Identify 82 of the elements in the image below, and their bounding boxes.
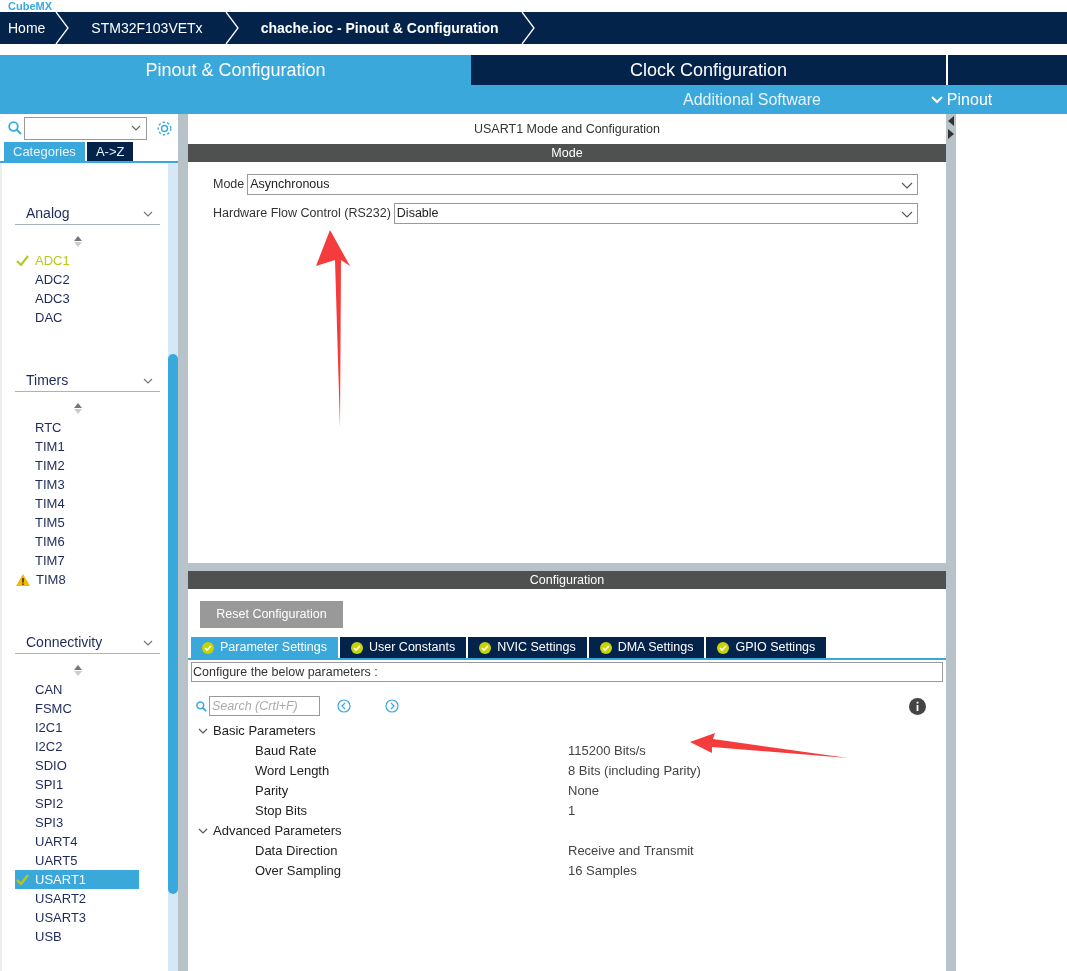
sort-icon[interactable] xyxy=(73,235,82,247)
peripheral-item[interactable]: TIM1 xyxy=(15,437,139,456)
breadcrumb-link[interactable]: chache.ioc - Pinout & Configuration xyxy=(238,17,521,39)
peripheral-item[interactable]: UART4 xyxy=(15,832,139,851)
peripheral-item[interactable]: FSMC xyxy=(15,699,139,718)
peripheral-item[interactable]: TIM3 xyxy=(15,475,139,494)
breadcrumb-separator-icon xyxy=(224,12,239,44)
category-header: Timers xyxy=(26,371,69,390)
mode-dropdown[interactable]: Disable xyxy=(393,203,918,224)
peripheral-item[interactable]: SPI1 xyxy=(15,775,139,794)
peripheral-item[interactable]: ADC2 xyxy=(15,270,139,289)
peripheral-item[interactable]: I2C2 xyxy=(15,737,139,756)
section-header: Mode xyxy=(188,144,946,162)
field-label: Mode xyxy=(213,176,245,194)
info-icon[interactable] xyxy=(909,697,926,715)
parameter-value[interactable]: None xyxy=(568,781,600,801)
peripheral-item[interactable]: TIM2 xyxy=(15,456,139,475)
peripheral-item[interactable]: SPI2 xyxy=(15,794,139,813)
field-label: Hardware Flow Control (RS232) xyxy=(213,205,391,223)
parameter-value[interactable]: 16 Samples xyxy=(568,861,637,881)
peripheral-item[interactable]: ADC3 xyxy=(15,289,139,308)
peripheral-item[interactable]: TIM5 xyxy=(15,513,139,532)
config-tab[interactable]: NVIC Settings xyxy=(468,637,587,658)
panel-title: USART1 Mode and Configuration xyxy=(473,120,661,138)
parameter-name: Over Sampling xyxy=(255,862,342,881)
peripheral-item[interactable]: SDIO xyxy=(15,756,139,775)
peripheral-item[interactable]: TIM8 xyxy=(15,570,139,589)
parameter-name: Word Length xyxy=(255,762,331,781)
parameter-name: Data Direction xyxy=(255,842,339,861)
mode-dropdown[interactable]: Asynchronous xyxy=(247,174,918,195)
check-circle-icon xyxy=(202,641,214,654)
expand-right-icon[interactable] xyxy=(948,129,954,139)
peripheral-item[interactable]: USB xyxy=(15,927,139,946)
parameter-value[interactable]: 115200 Bits/s xyxy=(568,741,646,761)
scrollbar[interactable] xyxy=(168,163,178,971)
peripheral-item[interactable]: CAN xyxy=(15,680,139,699)
peripheral-item[interactable]: RTC xyxy=(15,418,139,437)
peripheral-item[interactable]: USART2 xyxy=(15,889,139,908)
sidebar-tab[interactable]: A->Z xyxy=(86,142,134,161)
search-icon xyxy=(8,121,22,135)
breadcrumb-link[interactable]: STM32F103VETx xyxy=(69,17,225,39)
check-circle-icon xyxy=(351,641,363,654)
peripheral-item[interactable]: TIM7 xyxy=(15,551,139,570)
settings-icon[interactable] xyxy=(156,119,173,137)
config-tab[interactable]: DMA Settings xyxy=(588,637,705,658)
category-header: Connectivity xyxy=(26,633,103,652)
config-tab[interactable]: GPIO Settings xyxy=(706,637,827,658)
search-dropdown[interactable] xyxy=(24,116,147,140)
breadcrumb-link[interactable]: Home xyxy=(0,17,56,39)
parameter-name: Parity xyxy=(255,782,290,801)
sort-icon[interactable] xyxy=(73,664,82,676)
category-header: Analog xyxy=(26,204,70,223)
parameter-name: Stop Bits xyxy=(255,802,309,821)
breadcrumb-separator-icon xyxy=(520,12,535,44)
peripheral-item[interactable]: DAC xyxy=(15,308,139,327)
parameter-value[interactable]: 1 xyxy=(568,801,576,821)
previous-icon[interactable] xyxy=(337,699,351,713)
app-title: CubeMX xyxy=(8,0,52,12)
peripheral-item[interactable]: I2C1 xyxy=(15,718,139,737)
parameter-name: Baud Rate xyxy=(255,742,318,761)
chevron-down-icon xyxy=(930,93,943,106)
peripheral-item[interactable]: UART5 xyxy=(15,851,139,870)
peripheral-item[interactable]: SPI3 xyxy=(15,813,139,832)
collapse-left-icon[interactable] xyxy=(948,116,954,126)
group-header: Advanced Parameters xyxy=(213,822,342,841)
check-circle-icon xyxy=(717,641,730,654)
check-circle-icon xyxy=(479,641,492,654)
section-header: Configuration xyxy=(188,571,946,589)
parameter-value[interactable]: 8 Bits (including Parity) xyxy=(568,761,701,781)
peripheral-item[interactable]: USART3 xyxy=(15,908,139,927)
parameter-value[interactable]: Receive and Transmit xyxy=(568,841,694,861)
next-icon[interactable] xyxy=(385,699,399,713)
search-field[interactable]: Search (Crtl+F) xyxy=(209,696,320,716)
peripheral-item[interactable]: TIM6 xyxy=(15,532,139,551)
peripheral-item[interactable]: TIM4 xyxy=(15,494,139,513)
search-icon xyxy=(196,700,207,712)
sort-icon[interactable] xyxy=(73,402,82,414)
check-circle-icon xyxy=(599,641,612,654)
breadcrumb-separator-icon xyxy=(55,12,70,44)
config-tab[interactable]: User Constants xyxy=(340,637,467,658)
description-box: Configure the below parameters : xyxy=(191,662,943,682)
group-header: Basic Parameters xyxy=(213,722,316,741)
